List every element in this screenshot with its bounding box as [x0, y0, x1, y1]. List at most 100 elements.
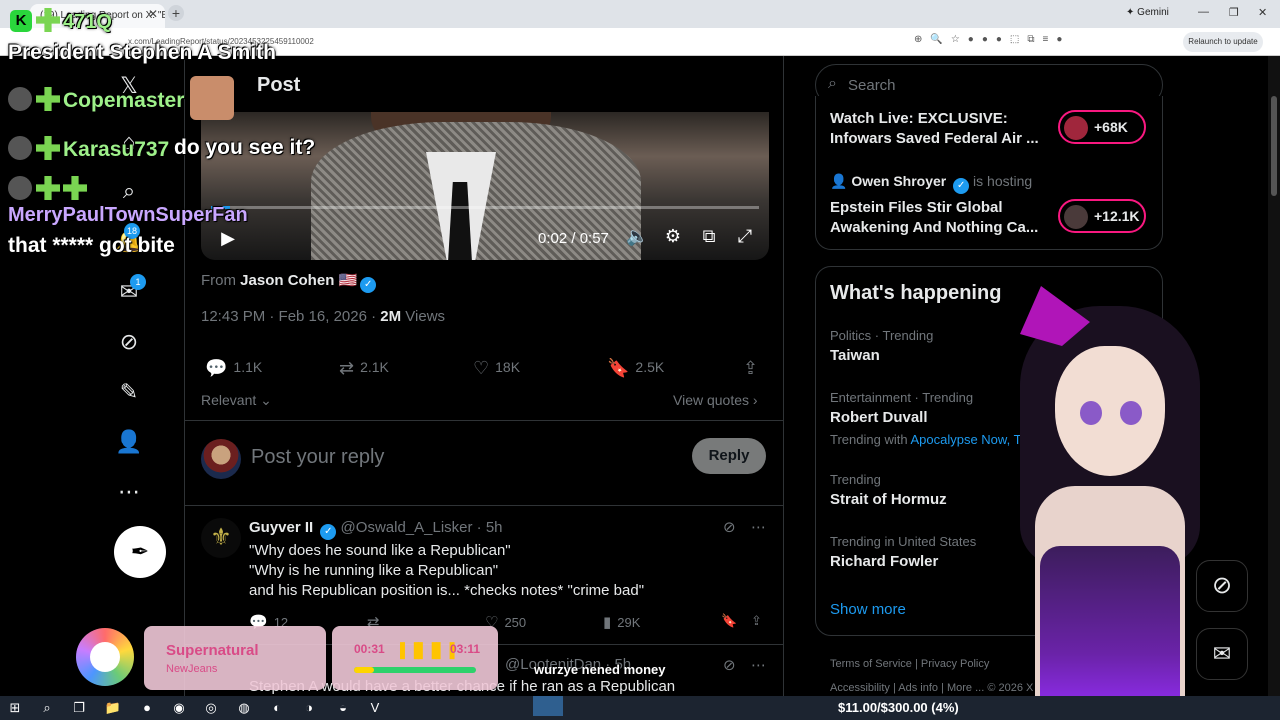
tweet-share-icon[interactable]: ⇪ — [751, 613, 762, 629]
windows-start-icon[interactable]: ⊞ — [6, 699, 24, 717]
reply-icon: 💬 — [205, 358, 228, 378]
compose-post-button[interactable]: ✒ — [114, 526, 166, 578]
vscode-icon[interactable]: V — [366, 699, 384, 717]
profile-icon[interactable]: 👤 — [114, 427, 144, 457]
song-progress-bar — [354, 667, 476, 673]
streamer-cam-image — [190, 76, 234, 120]
reply-button[interactable]: Reply — [692, 438, 766, 474]
search-icon: ⌕ — [828, 75, 837, 92]
trend-name[interactable]: Strait of Hormuz — [830, 491, 947, 508]
task-view-icon[interactable]: ❐ — [70, 699, 88, 717]
scrollbar-thumb[interactable] — [1271, 96, 1277, 196]
more-options-icon[interactable]: ⋯ — [751, 518, 766, 536]
tweet-text-line: "Why does he sound like a Republican" — [249, 542, 511, 559]
song-title: Supernatural — [166, 642, 259, 659]
taskbar-search-icon[interactable]: ⌕ — [38, 699, 56, 717]
tweet-handle[interactable]: @Oswald_A_Lisker · 5h — [341, 519, 503, 536]
grok-icon[interactable]: ⊘ — [114, 327, 144, 357]
chat-title: President Stephen A Smith — [8, 41, 276, 64]
video-player[interactable]: ▶ 0:02 / 0:57 🔈 ⚙ ⧉ ⤢ — [201, 112, 769, 260]
messages-floating-button[interactable]: ✉ — [1196, 628, 1248, 680]
live-host-avatar — [1064, 205, 1088, 230]
whats-happening-title: What's happening — [830, 282, 1002, 304]
trend-category: Politics · Trending — [830, 328, 934, 343]
window-close-icon[interactable]: ✕ — [1258, 6, 1267, 19]
divider — [185, 505, 783, 506]
live-host-avatar — [1064, 116, 1088, 141]
new-tab-button[interactable]: + — [168, 5, 184, 21]
settings-gear-icon[interactable]: ⚙ — [662, 226, 684, 247]
tab-close-icon[interactable]: ✕ — [148, 7, 158, 21]
pip-icon[interactable]: ⧉ — [698, 226, 720, 247]
goal-progress-fill — [533, 696, 563, 716]
spotify-icon[interactable]: ◎ — [202, 699, 220, 717]
tweet-author-name[interactable]: Guyver II — [249, 519, 313, 536]
from-author-link[interactable]: Jason Cohen 🇺🇸 — [240, 272, 357, 289]
chevron-right-icon: › — [752, 392, 758, 408]
search-input[interactable]: Search — [848, 77, 896, 94]
chat-count: 471Q — [63, 11, 112, 33]
tweet-bookmark-icon[interactable]: 🔖 — [721, 613, 737, 629]
sort-relevant-dropdown[interactable]: Relevant ⌄ — [201, 392, 272, 409]
grok-floating-button[interactable]: ⊘ — [1196, 560, 1248, 612]
file-explorer-icon[interactable]: 📁 — [104, 699, 122, 717]
show-more-link[interactable]: Show more — [830, 601, 906, 618]
user-avatar[interactable] — [201, 439, 241, 479]
live-join-pill[interactable]: +12.1K — [1058, 199, 1146, 233]
grok-explain-icon[interactable]: ⊘ — [723, 656, 736, 674]
verified-badge-icon: ✓ — [320, 524, 337, 540]
relaunch-button[interactable]: Relaunch to update — [1183, 32, 1263, 52]
trend-category: Entertainment · Trending — [830, 390, 974, 405]
page-scrollbar[interactable] — [1268, 56, 1280, 698]
repost-action[interactable]: ⇄ 2.1K — [339, 358, 389, 379]
bookmark-action[interactable]: 🔖 2.5K — [607, 358, 664, 379]
fullscreen-icon[interactable]: ⤢ — [734, 226, 756, 247]
live-title[interactable]: Watch Live: EXCLUSIVE: Infowars Saved Fe… — [830, 109, 1045, 149]
steam-icon[interactable]: ◑ — [300, 699, 318, 717]
post-timestamp[interactable]: 12:43 PM · Feb 16, 2026 · — [201, 308, 376, 325]
reply-input[interactable]: Post your reply — [251, 446, 384, 469]
song-total: 03:11 — [450, 642, 481, 656]
footer-links[interactable]: Terms of Service | Privacy Policy — [830, 658, 989, 670]
tweet-like-count: 250 — [504, 615, 527, 630]
extension-icons[interactable]: ⊕🔍☆●●●⬚⧉≡● — [914, 34, 1070, 45]
like-action[interactable]: ♡ 18K — [473, 358, 520, 379]
video-progress-bar[interactable] — [211, 206, 759, 209]
host-suffix: is hosting — [973, 173, 1033, 189]
trend-name[interactable]: Richard Fowler — [830, 553, 938, 570]
chat-diamond-icon — [63, 176, 87, 200]
grok-explain-icon[interactable]: ⊘ — [723, 518, 736, 536]
tweet-text-line: and his Republican position is... *check… — [249, 582, 645, 599]
live-title[interactable]: Epstein Files Stir Global Awakening And … — [830, 198, 1045, 238]
play-icon[interactable]: ▶ — [217, 228, 239, 249]
tweet-avatar[interactable]: ⚜ — [201, 518, 241, 558]
minimize-icon[interactable]: — — [1198, 6, 1209, 18]
chat-badges — [36, 176, 90, 202]
volume-icon[interactable]: 🔈 — [626, 226, 648, 247]
view-quotes-link[interactable]: View quotes › — [673, 392, 758, 408]
music-time-card — [332, 626, 498, 690]
trend-name[interactable]: Taiwan — [830, 347, 880, 364]
lists-icon[interactable]: ✎ — [114, 377, 144, 407]
tweet-views-count: 29K — [617, 615, 641, 630]
discord-icon[interactable]: ◉ — [170, 699, 188, 717]
app-icon[interactable]: ◒ — [334, 699, 352, 717]
app-icon[interactable]: ◐ — [268, 699, 286, 717]
explore-search-icon[interactable]: ⌕ — [114, 176, 144, 206]
app-icon[interactable]: ● — [138, 699, 156, 717]
like-count: 18K — [495, 359, 521, 375]
restore-icon[interactable]: ❐ — [1229, 6, 1239, 19]
tweet-views-action[interactable]: ▮ 29K — [603, 613, 640, 631]
reply-action[interactable]: 💬 1.1K — [205, 358, 262, 379]
live-host-line: 👤 Owen Shroyer ✓ is hosting — [830, 173, 1032, 194]
chrome-icon[interactable]: ◍ — [235, 699, 253, 717]
divider — [185, 420, 783, 421]
more-options-icon[interactable]: ⋯ — [751, 656, 766, 674]
trend-name[interactable]: Robert Duvall — [830, 409, 928, 426]
share-action[interactable]: ⇪ — [743, 358, 764, 379]
music-logo-icon — [76, 628, 134, 686]
gemini-button[interactable]: ✦ Gemini — [1126, 7, 1169, 18]
more-circle-icon[interactable]: ⋯ — [114, 477, 144, 507]
live-join-pill[interactable]: +68K — [1058, 110, 1146, 144]
host-name[interactable]: Owen Shroyer — [851, 173, 946, 189]
